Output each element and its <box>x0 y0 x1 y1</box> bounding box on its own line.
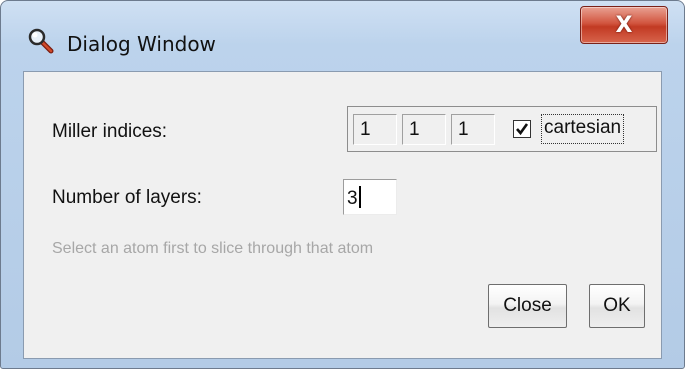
text-caret <box>358 186 361 208</box>
magnifier-icon <box>27 27 55 55</box>
hint-text: Select an atom first to slice through th… <box>52 240 374 257</box>
miller-k-field[interactable]: 1 <box>402 114 446 145</box>
close-icon: X <box>615 13 633 38</box>
dialog-content: Miller indices: 1 1 1 cartesian Number o… <box>23 71 662 359</box>
cartesian-label[interactable]: cartesian <box>541 114 625 144</box>
miller-l-field[interactable]: 1 <box>451 114 495 145</box>
cartesian-checkbox[interactable] <box>513 120 531 138</box>
window-title: Dialog Window <box>67 32 216 56</box>
ok-button[interactable]: OK <box>589 284 645 328</box>
miller-h-field[interactable]: 1 <box>353 114 397 145</box>
checkmark-icon <box>516 123 529 136</box>
miller-indices-label: Miller indices: <box>52 121 168 142</box>
title-bar[interactable]: Dialog Window X <box>1 1 684 65</box>
close-button[interactable]: Close <box>488 284 567 328</box>
miller-indices-group: 1 1 1 cartesian <box>347 106 657 152</box>
window-close-button[interactable]: X <box>580 6 668 44</box>
number-of-layers-label: Number of layers: <box>52 187 202 208</box>
dialog-window: Dialog Window X Miller indices: 1 1 1 ca… <box>0 0 685 369</box>
number-of-layers-input[interactable]: 3 <box>343 179 397 215</box>
layers-value: 3 <box>347 188 358 209</box>
